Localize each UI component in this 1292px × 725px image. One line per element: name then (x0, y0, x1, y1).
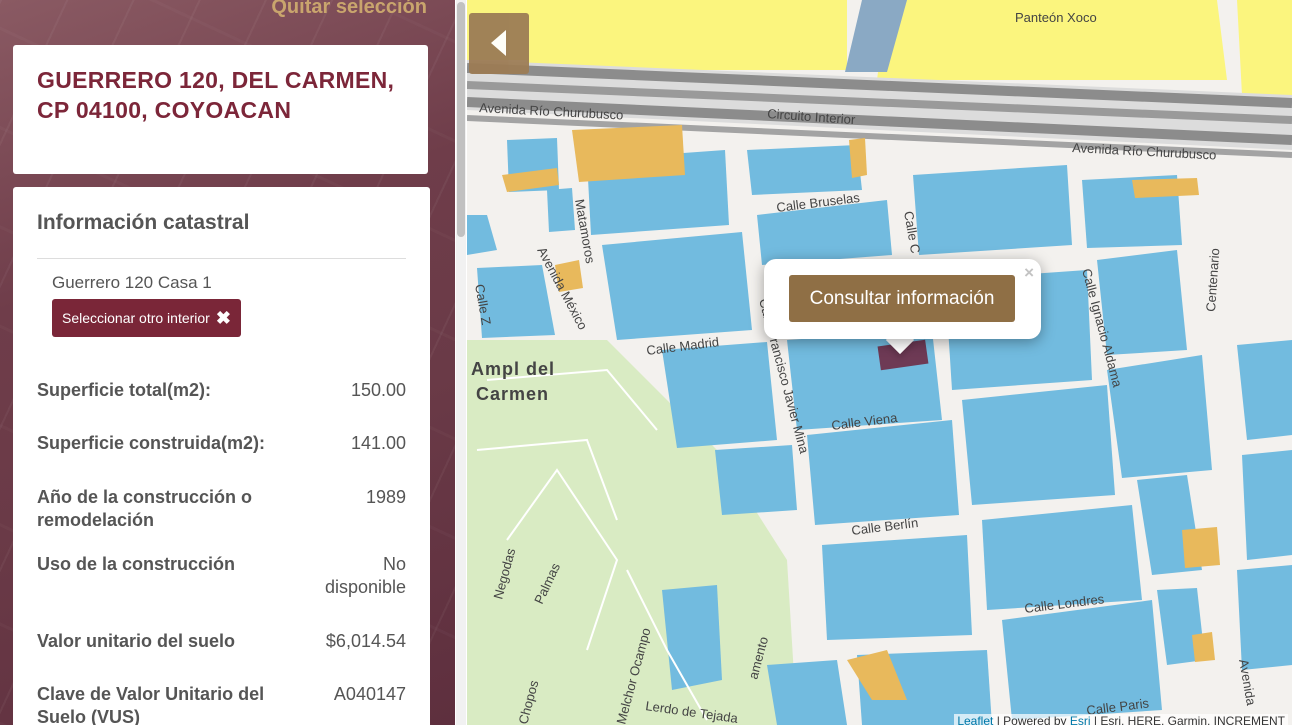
building (1237, 340, 1292, 440)
chevron-left-icon (491, 30, 506, 56)
map-canvas[interactable]: Panteón Xoco Circuito Interior Avenida R… (467, 0, 1292, 725)
clear-selection-link[interactable]: Quitar selección (271, 0, 427, 19)
building (982, 505, 1142, 610)
building (662, 342, 777, 448)
interior-name: Guerrero 120 Casa 1 (52, 273, 212, 292)
info-label: Valor unitario del suelo (37, 631, 236, 651)
building (1242, 450, 1292, 560)
building (467, 215, 497, 255)
yellow-zone (1237, 0, 1292, 95)
esri-link[interactable]: Esri (1070, 714, 1091, 725)
select-other-label: Seleccionar otro interior (62, 310, 210, 326)
info-row-valor-unitario: Valor unitario del suelo $6,014.54 (37, 630, 406, 653)
info-value: 150.00 (350, 380, 406, 400)
yellow-zone (527, 0, 847, 70)
building (602, 232, 752, 340)
times-icon: ✖ (215, 307, 231, 328)
info-value: No disponible (324, 554, 406, 597)
address-title: GUERRERO 120, DEL CARMEN, CP 04100, COYO… (37, 67, 395, 123)
info-row-anio-construccion: Año de la construcción o remodelación 19… (37, 486, 406, 532)
place-label: Carmen (476, 384, 549, 404)
building (962, 385, 1115, 505)
building (715, 445, 797, 515)
select-other-interior-button[interactable]: Seleccionar otro interior ✖ (52, 299, 241, 337)
left-panel: Quitar selección GUERRERO 120, DEL CARME… (0, 0, 455, 725)
info-row-clave-vus: Clave de Valor Unitario del Suelo (VUS) … (37, 683, 406, 725)
building (807, 420, 959, 525)
info-value: 1989 (365, 487, 406, 507)
building (747, 145, 862, 195)
building-orange (1182, 527, 1220, 568)
place-label: Panteón Xoco (1015, 10, 1097, 25)
panel-scrollbar[interactable] (456, 0, 466, 725)
building (662, 585, 722, 690)
map-attribution: Leaflet | Powered by Esri | Esri, HERE, … (954, 714, 1288, 725)
info-value: A040147 (333, 684, 406, 704)
building-orange (1192, 632, 1215, 662)
street-label: Centenario (1203, 248, 1222, 313)
close-icon[interactable]: × (1024, 263, 1034, 283)
divider (37, 258, 406, 259)
info-label: Superficie construida(m2): (37, 433, 266, 453)
info-value: 141.00 (350, 433, 406, 453)
info-row-superficie-total: Superficie total(m2): 150.00 (37, 379, 406, 402)
building (1237, 565, 1292, 670)
building-orange (849, 138, 867, 178)
consult-info-button[interactable]: Consultar información (789, 275, 1015, 322)
scrollbar-thumb[interactable] (457, 2, 465, 237)
info-row-uso-construccion: Uso de la construcción No disponible (37, 553, 406, 599)
info-label: Clave de Valor Unitario del Suelo (VUS) (37, 684, 265, 725)
cadastral-info-card: Información catastral Guerrero 120 Casa … (13, 187, 430, 725)
info-label: Año de la construcción o remodelación (37, 487, 253, 530)
info-label: Uso de la construcción (37, 554, 236, 574)
attribution-sep: | Powered by (993, 714, 1070, 725)
leaflet-link[interactable]: Leaflet (957, 714, 993, 725)
back-button[interactable] (469, 13, 529, 74)
attribution-text: | Esri, HERE, Garmin, INCREMENT (1090, 714, 1285, 725)
building-orange (1132, 178, 1199, 198)
building (913, 165, 1072, 255)
map-popup: × Consultar información (764, 259, 1041, 339)
info-value: $6,014.54 (325, 631, 406, 651)
building-orange (572, 125, 685, 182)
info-row-superficie-construida: Superficie construida(m2): 141.00 (37, 432, 406, 455)
info-label: Superficie total(m2): (37, 380, 212, 400)
map[interactable]: Panteón Xoco Circuito Interior Avenida R… (467, 0, 1292, 725)
info-heading: Información catastral (37, 211, 250, 234)
building (767, 660, 847, 725)
building (547, 188, 575, 232)
address-card: GUERRERO 120, DEL CARMEN, CP 04100, COYO… (13, 45, 428, 174)
building (822, 535, 972, 640)
place-label: Ampl del (471, 359, 555, 379)
